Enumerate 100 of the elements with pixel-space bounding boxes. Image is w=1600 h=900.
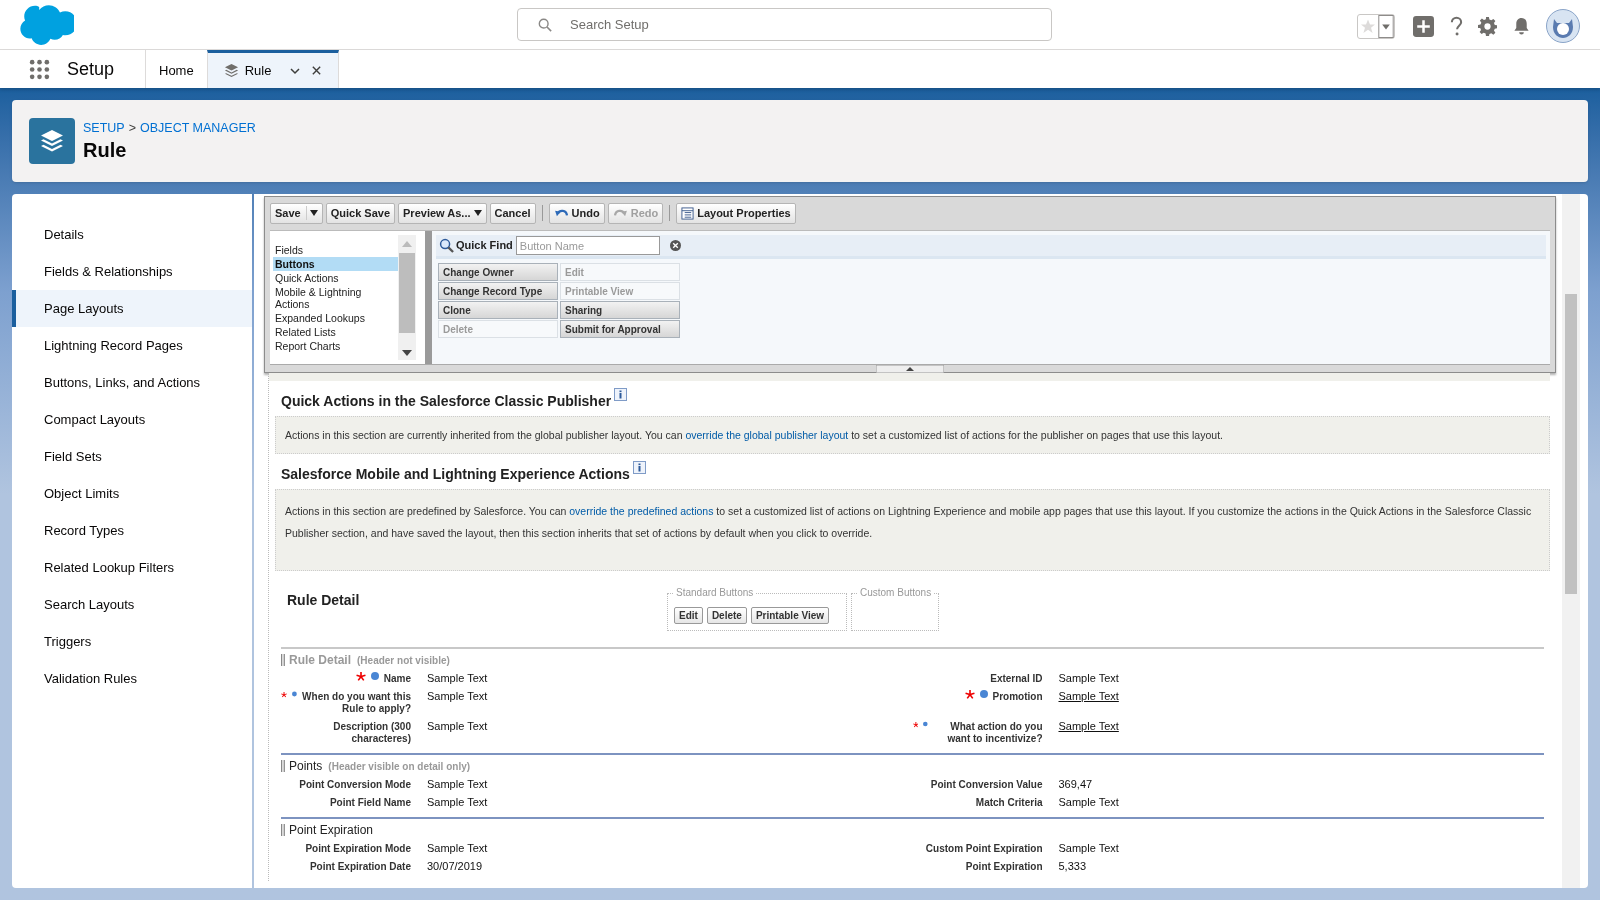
field-label: Point Conversion Mode: [299, 779, 411, 791]
field-section-title: Points: [289, 758, 323, 775]
sidebar-item[interactable]: Triggers: [12, 623, 252, 660]
field-label: External ID: [990, 673, 1043, 685]
required-icon: [281, 690, 288, 700]
sidebar-item[interactable]: Compact Layouts: [12, 401, 252, 438]
lookup-link[interactable]: Sample Text: [1058, 719, 1119, 733]
status-dot: [292, 690, 297, 698]
field-value: Sample Text: [1058, 795, 1119, 809]
palette-button[interactable]: Change Record Type: [438, 282, 558, 300]
field-label: Point Field Name: [329, 797, 411, 809]
sidebar-item[interactable]: Field Sets: [12, 438, 252, 475]
field-value: Sample Text: [427, 777, 488, 791]
field-value: Sample Text: [427, 719, 488, 733]
palette-category[interactable]: Mobile & Lightning Actions: [273, 285, 398, 311]
page-title: Rule: [83, 137, 128, 163]
scroll-down-icon[interactable]: [402, 350, 412, 356]
field-label: When do you want this Rule to apply?: [301, 691, 411, 715]
search-icon: [439, 238, 454, 253]
breadcrumb-separator: >: [128, 120, 136, 138]
field-label: Point Expiration: [965, 861, 1043, 873]
override-link[interactable]: override the global publisher layout: [685, 429, 849, 441]
quick-find-label: Quick Find: [456, 238, 513, 254]
caret-icon: [309, 210, 318, 216]
quick-find-field[interactable]: Button Name: [515, 236, 660, 255]
info-icon[interactable]: [632, 461, 646, 474]
field-label: Name: [383, 673, 411, 685]
settings-icon[interactable]: [1478, 16, 1497, 36]
detail-button[interactable]: Delete: [706, 607, 747, 624]
field-value: Sample Text: [427, 841, 488, 855]
toolbar-button[interactable]: Save: [270, 202, 323, 224]
sidebar-item[interactable]: Validation Rules: [12, 660, 252, 697]
palette-category[interactable]: Report Charts: [273, 339, 398, 353]
field-value: 369,47: [1058, 777, 1093, 791]
sidebar-item[interactable]: Fields & Relationships: [12, 253, 252, 290]
help-icon[interactable]: [1450, 15, 1463, 37]
toolbar-button[interactable]: Preview As...: [398, 202, 487, 224]
detail-button[interactable]: Printable View: [750, 607, 830, 624]
breadcrumb-link[interactable]: OBJECT MANAGER: [140, 119, 256, 138]
add-icon[interactable]: [1413, 15, 1434, 37]
sidebar-item[interactable]: Lightning Record Pages: [12, 327, 252, 364]
field-label: What action do you want to incentivize?: [946, 721, 1043, 745]
sidebar-item[interactable]: Page Layouts: [12, 290, 252, 327]
drag-handle-icon[interactable]: [281, 760, 285, 772]
palette-category[interactable]: Related Lists: [273, 325, 398, 339]
caret-icon: [1378, 14, 1394, 38]
override-link[interactable]: override the predefined actions: [569, 505, 714, 517]
palette-button[interactable]: Submit for Approval: [560, 320, 680, 338]
sidebar-item[interactable]: Record Types: [12, 512, 252, 549]
palette-button[interactable]: Change Owner: [438, 263, 558, 281]
palette-category[interactable]: Buttons: [273, 257, 398, 271]
info-icon[interactable]: [614, 388, 628, 401]
app-launcher-icon[interactable]: [29, 58, 50, 80]
field-value: 5,333: [1058, 859, 1087, 873]
sidebar-item[interactable]: Details: [12, 216, 252, 253]
field-value: Sample Text: [427, 689, 488, 703]
section-note: (Header not visible): [357, 653, 450, 668]
toolbar-button[interactable]: Layout Properties: [676, 202, 796, 224]
avatar[interactable]: [1546, 9, 1580, 43]
sidebar-item[interactable]: Search Layouts: [12, 586, 252, 623]
field-value: Sample Text: [1058, 671, 1119, 685]
toolbar-button[interactable]: Quick Save: [325, 202, 396, 224]
required-icon: [355, 672, 366, 682]
search-field[interactable]: Search Setup: [517, 8, 1052, 41]
favorites-button[interactable]: [1357, 13, 1395, 39]
field-label: Promotion: [992, 691, 1043, 703]
lookup-link[interactable]: Sample Text: [1058, 689, 1119, 703]
resize-handle[interactable]: [876, 365, 944, 373]
clear-icon[interactable]: [669, 240, 681, 251]
sidebar-item[interactable]: Buttons, Links, and Actions: [12, 364, 252, 401]
palette-category[interactable]: Fields: [273, 243, 398, 257]
scrollbar[interactable]: [1562, 194, 1580, 888]
drag-handle-icon[interactable]: [281, 824, 285, 836]
tab[interactable]: Rule: [206, 50, 340, 88]
detail-button[interactable]: Edit: [674, 607, 703, 624]
section-note: (Header visible on detail only): [328, 759, 471, 774]
toolbar-button[interactable]: Cancel: [489, 202, 536, 224]
scrollbar[interactable]: [398, 235, 416, 360]
field-value: Sample Text: [427, 671, 488, 685]
palette-category[interactable]: Expanded Lookups: [273, 311, 398, 325]
palette-button[interactable]: Clone: [438, 301, 558, 319]
group-label: Standard Buttons: [674, 587, 756, 599]
palette-category[interactable]: Quick Actions: [273, 271, 398, 285]
breadcrumb-link[interactable]: SETUP: [83, 119, 125, 138]
field-label: Point Expiration Date: [309, 861, 411, 873]
field-label: Point Expiration Mode: [305, 843, 411, 855]
bell-icon[interactable]: [1512, 16, 1531, 36]
palette-button[interactable]: Sharing: [560, 301, 680, 319]
drag-handle-icon[interactable]: [281, 654, 285, 666]
caret-icon: [473, 210, 482, 216]
section-title: Salesforce Mobile and Lightning Experience Actions: [281, 465, 630, 484]
toolbar-button[interactable]: Undo: [548, 202, 605, 224]
sidebar-item[interactable]: Related Lookup Filters: [12, 549, 252, 586]
detail-title: Rule Detail: [287, 591, 361, 610]
field-label: Custom Point Expiration: [925, 843, 1043, 855]
field-section-title: Point Expiration: [289, 822, 374, 839]
sidebar-item[interactable]: Object Limits: [12, 475, 252, 512]
group-label: Custom Buttons: [858, 587, 934, 599]
close-icon[interactable]: [311, 65, 323, 76]
object-icon: [29, 118, 75, 164]
